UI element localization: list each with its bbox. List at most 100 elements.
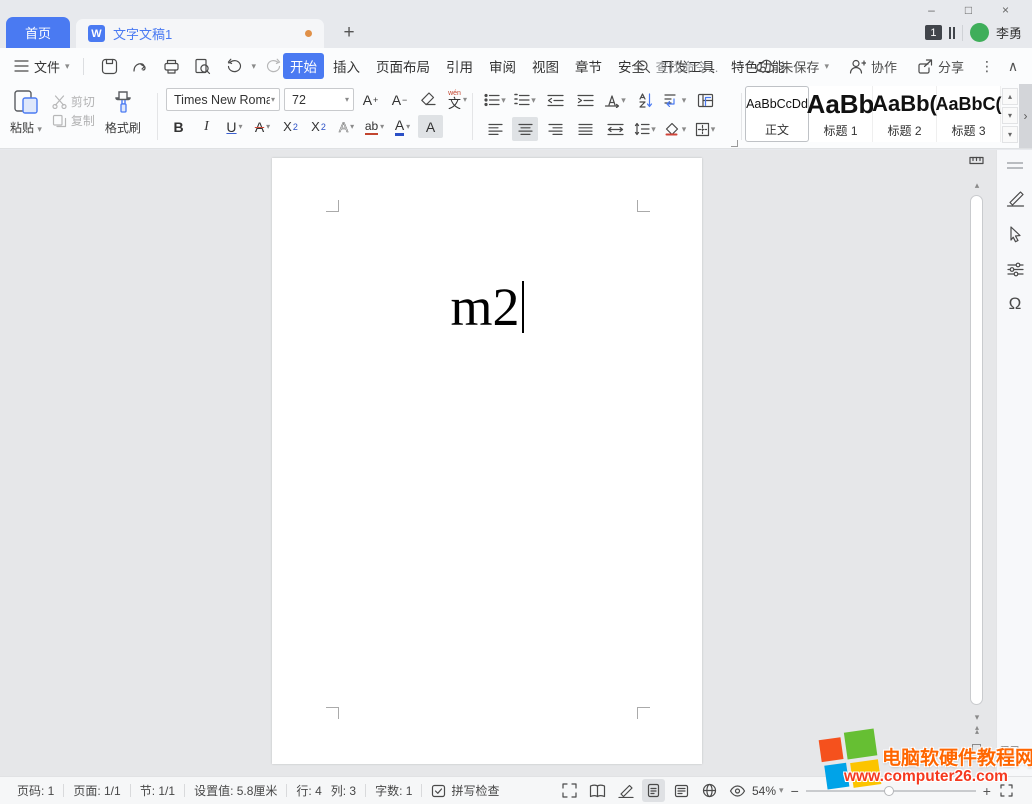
- ribbon-expand-button[interactable]: ›: [1019, 84, 1032, 148]
- tab-view[interactable]: 视图: [525, 53, 566, 79]
- text-effects-button[interactable]: A▾: [334, 115, 359, 138]
- minimize-button[interactable]: –: [913, 0, 950, 20]
- shading-button[interactable]: ▾: [662, 117, 688, 141]
- format-painter-label[interactable]: 格式刷: [105, 119, 141, 136]
- adjust-settings-button[interactable]: [997, 262, 1032, 277]
- numbered-list-button[interactable]: ▾: [512, 88, 538, 112]
- decrease-font-button[interactable]: A−: [387, 88, 412, 111]
- bullet-list-button[interactable]: ▾: [482, 88, 508, 112]
- highlight-button[interactable]: ab▾: [362, 115, 387, 138]
- increase-font-button[interactable]: A+: [358, 88, 383, 111]
- status-pages[interactable]: 页面: 1/1: [64, 782, 129, 799]
- outline-view-button[interactable]: [670, 779, 693, 802]
- zoom-out-button[interactable]: −: [791, 783, 799, 799]
- borders-button[interactable]: ▾: [692, 117, 718, 141]
- paragraph-layout-button[interactable]: ▾: [662, 88, 688, 112]
- more-options-button[interactable]: ⋮: [976, 58, 998, 75]
- scrollbar-thumb[interactable]: [970, 195, 983, 705]
- eye-protection-button[interactable]: [726, 779, 749, 802]
- document-text-line[interactable]: m2: [272, 276, 702, 338]
- zoom-slider-handle[interactable]: [884, 786, 894, 796]
- document-page[interactable]: m2: [272, 158, 702, 764]
- paste-label[interactable]: 粘贴 ▾: [10, 119, 42, 136]
- edit-pen-button[interactable]: [997, 190, 1032, 207]
- style-heading2[interactable]: AaBb( 标题 2: [873, 86, 937, 142]
- font-color-button[interactable]: A▾: [390, 115, 415, 138]
- undo-options-caret[interactable]: ▾: [252, 61, 257, 72]
- paste-button[interactable]: [11, 88, 41, 116]
- save-status-button[interactable]: 未保存 ▾: [748, 57, 837, 76]
- styles-scroll-up-button[interactable]: ▴: [1002, 88, 1018, 105]
- superscript-button[interactable]: X2: [278, 115, 303, 138]
- status-setting-value[interactable]: 设置值: 5.8厘米: [185, 782, 286, 799]
- tab-home[interactable]: 开始: [283, 53, 324, 79]
- style-normal[interactable]: AaBbCcDd 正文: [745, 86, 809, 142]
- clear-format-button[interactable]: [416, 88, 441, 111]
- scroll-down-button[interactable]: ▾: [968, 712, 986, 723]
- print-preview-button[interactable]: [190, 54, 215, 78]
- close-button[interactable]: ×: [987, 0, 1024, 20]
- zoom-level[interactable]: 54%▾: [752, 784, 784, 798]
- styles-more-button[interactable]: ▾: [1002, 126, 1018, 143]
- spell-check-button[interactable]: 拼写检查: [422, 782, 508, 799]
- file-menu-button[interactable]: 文件 ▾: [14, 57, 70, 76]
- ink-button[interactable]: [614, 779, 637, 802]
- scroll-up-button[interactable]: ▴: [968, 180, 986, 191]
- cut-button[interactable]: 剪切: [52, 93, 95, 110]
- avatar[interactable]: [970, 23, 989, 42]
- italic-button[interactable]: I: [194, 115, 219, 138]
- web-layout-button[interactable]: [698, 779, 721, 802]
- status-word-count[interactable]: 字数: 1: [366, 782, 421, 799]
- find-command-box[interactable]: 查找命令...: [636, 57, 719, 76]
- text-direction-button[interactable]: ▾: [602, 88, 628, 112]
- status-page-number[interactable]: 页码: 1: [8, 782, 63, 799]
- line-spacing-button[interactable]: ▾: [632, 117, 658, 141]
- tab-section[interactable]: 章节: [568, 53, 609, 79]
- justify-button[interactable]: [572, 117, 598, 141]
- tab-references[interactable]: 引用: [439, 53, 480, 79]
- fit-page-button[interactable]: [998, 779, 1016, 802]
- home-tab[interactable]: 首页: [6, 17, 70, 48]
- notification-badge[interactable]: 1: [925, 25, 942, 40]
- maximize-button[interactable]: □: [950, 0, 987, 20]
- strikethrough-button[interactable]: A▾: [250, 115, 275, 138]
- subscript-button[interactable]: X2: [306, 115, 331, 138]
- pages-icon[interactable]: ❐❐: [1000, 746, 1020, 757]
- vertical-scrollbar[interactable]: ▴ ▾ ▴▴: [968, 150, 986, 776]
- select-cursor-button[interactable]: [997, 226, 1032, 243]
- decrease-indent-button[interactable]: [542, 88, 568, 112]
- save-button[interactable]: [97, 54, 122, 78]
- rail-drag-handle[interactable]: [997, 162, 1032, 169]
- tab-review[interactable]: 审阅: [482, 53, 523, 79]
- style-heading1[interactable]: AaBb 标题 1: [809, 86, 873, 142]
- fullscreen-button[interactable]: [558, 779, 581, 802]
- select-browse-object-button[interactable]: [972, 744, 981, 753]
- styles-scroll-down-button[interactable]: ▾: [1002, 107, 1018, 124]
- font-family-select[interactable]: Times New Roman ▾: [166, 88, 280, 111]
- ruler-toggle-icon[interactable]: [969, 155, 984, 166]
- align-center-button[interactable]: [512, 117, 538, 141]
- sort-button[interactable]: [632, 88, 658, 112]
- pinyin-guide-button[interactable]: wén文 ▾: [445, 88, 470, 111]
- distribute-button[interactable]: [602, 117, 628, 141]
- collaborate-button[interactable]: 协作: [841, 57, 905, 76]
- previous-page-button[interactable]: ▴▴: [968, 726, 986, 735]
- align-left-button[interactable]: [482, 117, 508, 141]
- tab-page-layout[interactable]: 页面布局: [369, 53, 437, 79]
- status-section[interactable]: 节: 1/1: [131, 782, 184, 799]
- underline-button[interactable]: U▾: [222, 115, 247, 138]
- style-heading3[interactable]: AaBbC( 标题 3: [937, 86, 1001, 142]
- new-tab-button[interactable]: +: [336, 20, 362, 46]
- symbol-omega-button[interactable]: Ω: [997, 294, 1032, 314]
- print-button[interactable]: [159, 54, 184, 78]
- document-area[interactable]: m2 ▴ ▾ ▴▴ Ω ❐❐: [0, 150, 1032, 776]
- font-size-select[interactable]: 72 ▾: [284, 88, 354, 111]
- page-view-button[interactable]: [642, 779, 665, 802]
- align-right-button[interactable]: [542, 117, 568, 141]
- read-layout-button[interactable]: [586, 779, 609, 802]
- bold-button[interactable]: B: [166, 115, 191, 138]
- copy-button[interactable]: 复制: [52, 112, 95, 129]
- tab-insert[interactable]: 插入: [326, 53, 367, 79]
- text-tool-button[interactable]: [692, 88, 718, 112]
- zoom-slider[interactable]: [806, 790, 976, 792]
